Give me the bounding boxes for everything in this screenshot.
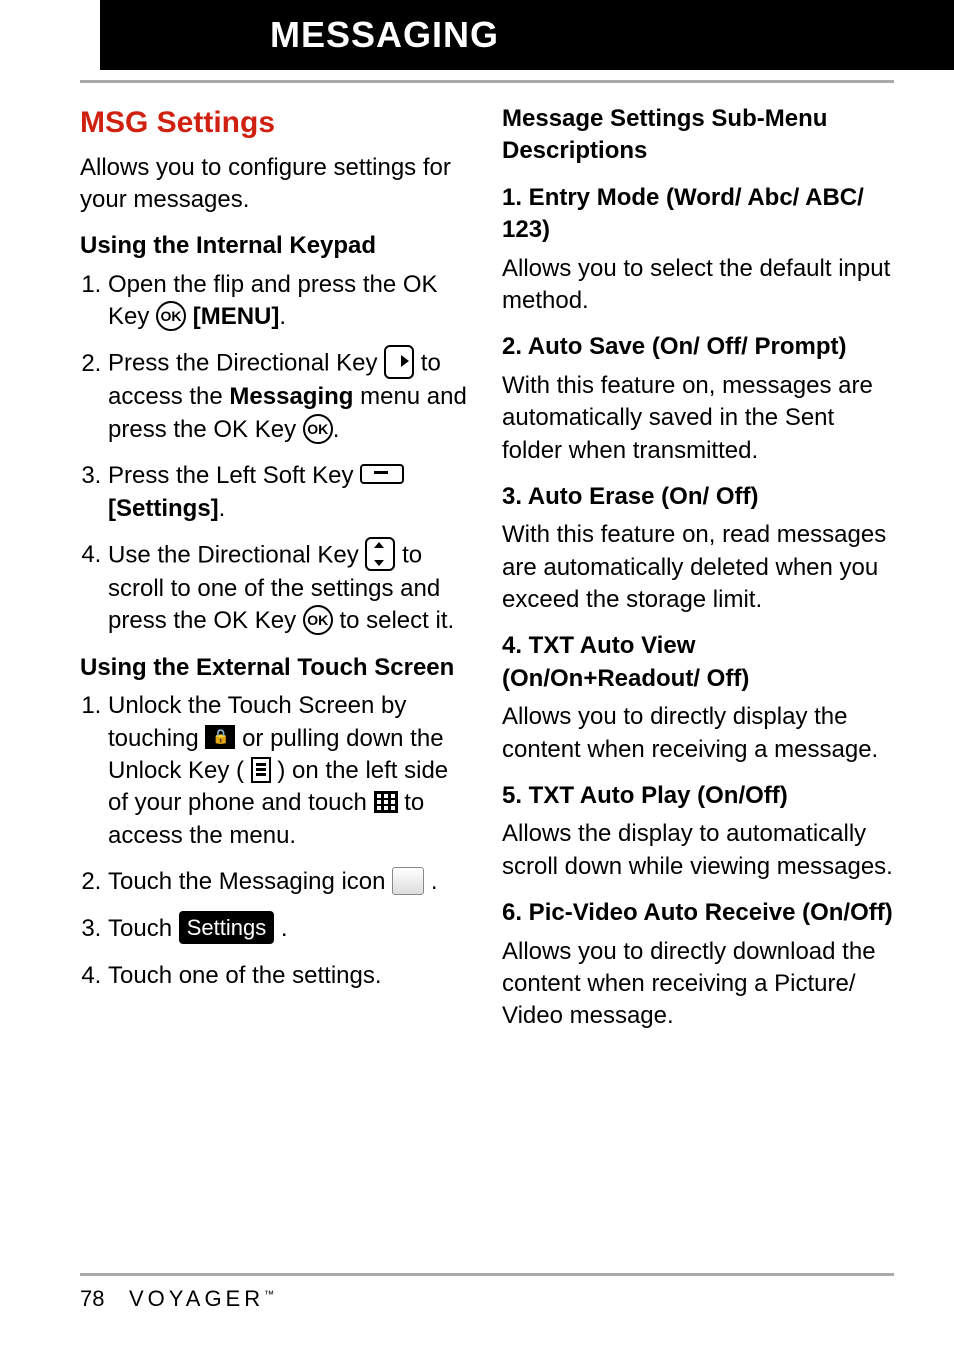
touch-steps: Unlock the Touch Screen by touching or p…: [80, 690, 472, 992]
keypad-step-4: Use the Directional Key to scroll to one…: [108, 539, 472, 638]
text: .: [431, 868, 438, 895]
messaging-icon: [392, 867, 424, 895]
setting-6-heading: 6. Pic-Video Auto Receive (On/Off): [502, 897, 894, 929]
text: to select it.: [339, 607, 454, 634]
setting-6-desc: Allows you to directly download the cont…: [502, 936, 894, 1033]
submenu-heading: Message Settings Sub-Menu Descriptions: [502, 103, 894, 168]
brand-logo: VOYAGER™: [129, 1286, 274, 1312]
text: Press the Left Soft Key: [108, 462, 360, 489]
setting-3-heading: 3. Auto Erase (On/ Off): [502, 481, 894, 513]
keypad-steps: Open the flip and press the OK Key OK [M…: [80, 269, 472, 638]
setting-1-heading: 1. Entry Mode (Word/ Abc/ ABC/ 123): [502, 182, 894, 247]
intro-text: Allows you to configure settings for you…: [80, 152, 472, 217]
ok-icon: OK: [156, 301, 186, 331]
text: Press the Directional Key: [108, 350, 384, 377]
footer-divider: [80, 1273, 894, 1276]
touch-step-3: Touch Settings .: [108, 913, 472, 947]
touch-step-2: Touch the Messaging icon .: [108, 866, 472, 898]
text-bold: [Settings]: [108, 495, 219, 522]
text: .: [219, 495, 226, 522]
touch-step-4: Touch one of the settings.: [108, 960, 472, 992]
right-column: Message Settings Sub-Menu Descriptions 1…: [502, 103, 894, 1033]
text: .: [279, 303, 286, 330]
text: .: [333, 416, 340, 443]
directional-key-right-icon: [384, 345, 414, 379]
text: Use the Directional Key: [108, 541, 365, 568]
lock-icon: [205, 725, 235, 749]
text-bold: [MENU]: [193, 303, 280, 330]
ok-icon: OK: [303, 414, 333, 444]
setting-1-desc: Allows you to select the default input m…: [502, 253, 894, 318]
keypad-step-1: Open the flip and press the OK Key OK [M…: [108, 269, 472, 334]
left-column: MSG Settings Allows you to configure set…: [80, 103, 472, 1033]
settings-pill-icon: Settings: [179, 911, 275, 945]
touch-step-1: Unlock the Touch Screen by touching or p…: [108, 690, 472, 852]
page-number: 78: [80, 1286, 104, 1312]
setting-2-desc: With this feature on, messages are autom…: [502, 370, 894, 467]
keypad-step-2: Press the Directional Key to access the …: [108, 347, 472, 446]
left-soft-key-icon: [360, 464, 404, 484]
text: Touch: [108, 915, 179, 942]
section-title: MSG Settings: [80, 103, 472, 144]
menu-grid-icon: [374, 791, 398, 813]
setting-2-heading: 2. Auto Save (On/ Off/ Prompt): [502, 331, 894, 363]
text: Touch the Messaging icon: [108, 868, 392, 895]
keypad-step-3: Press the Left Soft Key [Settings].: [108, 460, 472, 525]
text: .: [281, 915, 288, 942]
content-columns: MSG Settings Allows you to configure set…: [0, 83, 954, 1033]
page-title: MESSAGING: [270, 14, 499, 56]
touch-heading: Using the External Touch Screen: [80, 652, 472, 684]
footer: 78 VOYAGER™: [80, 1273, 894, 1312]
setting-3-desc: With this feature on, read messages are …: [502, 519, 894, 616]
unlock-side-key-icon: [251, 757, 271, 783]
setting-4-desc: Allows you to directly display the conte…: [502, 701, 894, 766]
keypad-heading: Using the Internal Keypad: [80, 230, 472, 262]
directional-key-updown-icon: [365, 537, 395, 571]
setting-5-heading: 5. TXT Auto Play (On/Off): [502, 780, 894, 812]
setting-4-heading: 4. TXT Auto View (On/On+Readout/ Off): [502, 630, 894, 695]
setting-5-desc: Allows the display to automatically scro…: [502, 818, 894, 883]
header-bar: MESSAGING: [100, 0, 954, 70]
text-bold: Messaging: [229, 383, 353, 410]
ok-icon: OK: [303, 605, 333, 635]
